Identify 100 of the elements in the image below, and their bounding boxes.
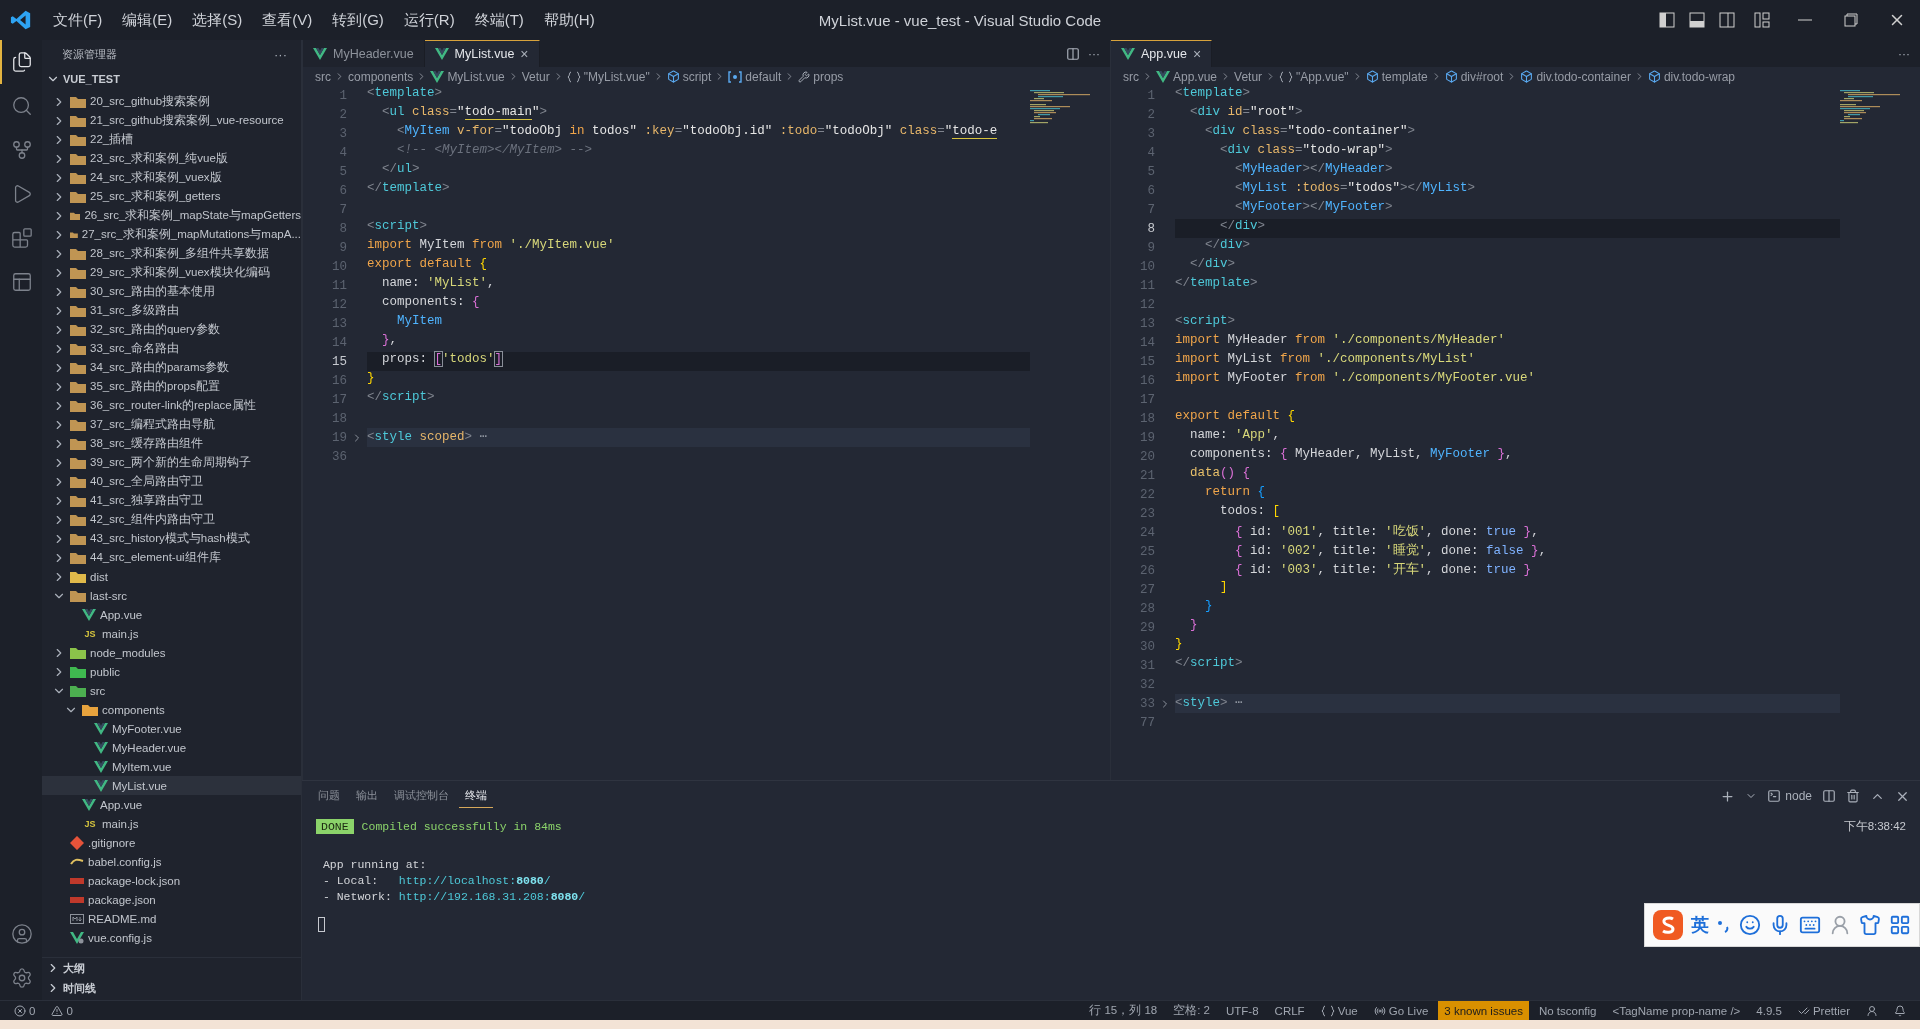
panel-tab[interactable]: 终端	[459, 784, 493, 808]
emoji-icon[interactable]	[1739, 914, 1761, 936]
close-icon[interactable]: ×	[520, 46, 529, 62]
grid-icon[interactable]	[1889, 914, 1911, 936]
menu-item[interactable]: 查看(V)	[253, 6, 322, 34]
tree-item[interactable]: public	[42, 662, 301, 681]
tree-item[interactable]: JS main.js	[42, 624, 301, 643]
tree-item[interactable]: MyItem.vue	[42, 757, 301, 776]
tree-item[interactable]: 24_src_求和案例_vuex版	[42, 168, 301, 187]
breadcrumb-item[interactable]: script	[666, 69, 712, 84]
panel-tab[interactable]: 调试控制台	[388, 784, 455, 808]
breadcrumb-item[interactable]: components	[348, 69, 414, 84]
split-terminal-icon[interactable]	[1822, 789, 1836, 803]
menu-item[interactable]: 转到(G)	[323, 6, 393, 34]
status-item[interactable]: Vue	[1314, 1000, 1364, 1021]
menu-item[interactable]: 编辑(E)	[113, 6, 182, 34]
panel-tab[interactable]: 输出	[350, 784, 384, 808]
status-item[interactable]: Go Live	[1367, 1000, 1435, 1021]
tree-item[interactable]: 23_src_求和案例_纯vue版	[42, 149, 301, 168]
tree-item[interactable]: 31_src_多级路由	[42, 301, 301, 320]
tree-item[interactable]: 39_src_两个新的生命周期钩子	[42, 453, 301, 472]
tree-item[interactable]: MyHeader.vue	[42, 738, 301, 757]
tree-item[interactable]: last-src	[42, 586, 301, 605]
menu-item[interactable]: 运行(R)	[394, 6, 464, 34]
tree-item[interactable]: 26_src_求和案例_mapState与mapGetters	[42, 206, 301, 225]
tree-item[interactable]: App.vue	[42, 795, 301, 814]
breadcrumb-item[interactable]: "MyList.vue"	[566, 69, 650, 84]
breadcrumb-item[interactable]: template	[1365, 69, 1428, 84]
status-item[interactable]: 行 15，列 18	[1083, 1000, 1164, 1021]
tree-item[interactable]: MyFooter.vue	[42, 719, 301, 738]
split-editor-icon[interactable]	[1066, 46, 1080, 61]
close-icon[interactable]: ×	[1192, 46, 1202, 62]
breadcrumb-item[interactable]: src	[1123, 69, 1139, 84]
breadcrumb-item[interactable]: Vetur	[1234, 69, 1263, 84]
panel-tab[interactable]: 问题	[312, 784, 346, 808]
more-actions-button[interactable]: ···	[1088, 46, 1100, 61]
breadcrumb-item[interactable]: "App.vue"	[1279, 69, 1349, 84]
breadcrumb-item[interactable]: props	[798, 69, 844, 84]
breadcrumb-item[interactable]: App.vue	[1156, 69, 1218, 84]
menu-item[interactable]: 选择(S)	[183, 6, 252, 34]
input-mode-toggle[interactable]: 英	[1691, 913, 1709, 937]
person-icon[interactable]	[1829, 914, 1851, 936]
tree-item[interactable]: package.json	[42, 890, 301, 909]
tree-item[interactable]: 38_src_缓存路由组件	[42, 434, 301, 453]
tree-item[interactable]: 28_src_求和案例_多组件共享数据	[42, 244, 301, 263]
tree-item[interactable]: 37_src_编程式路由导航	[42, 415, 301, 434]
tree-item[interactable]: vue.config.js	[42, 928, 301, 947]
tree-item[interactable]: 41_src_独享路由守卫	[42, 491, 301, 510]
tree-item[interactable]: 42_src_组件内路由守卫	[42, 510, 301, 529]
status-item[interactable]: 3 known issues	[1438, 1000, 1529, 1021]
breadcrumb-item[interactable]: src	[315, 69, 331, 84]
section-header[interactable]: 时间线	[42, 978, 301, 998]
tree-item[interactable]: 21_src_github搜索案例_vue-resource	[42, 111, 301, 130]
tree-item[interactable]: 30_src_路由的基本使用	[42, 282, 301, 301]
menu-item[interactable]: 文件(F)	[44, 6, 112, 34]
breadcrumb-item[interactable]: div#root	[1444, 69, 1504, 84]
tree-item[interactable]: 20_src_github搜索案例	[42, 92, 301, 111]
tree-item[interactable]: App.vue	[42, 605, 301, 624]
tree-item[interactable]: components	[42, 700, 301, 719]
tree-item[interactable]: 34_src_路由的params参数	[42, 358, 301, 377]
more-actions-button[interactable]: ···	[270, 46, 291, 62]
editor-tab[interactable]: MyHeader.vue	[303, 40, 425, 67]
status-item[interactable]: CRLF	[1268, 1000, 1311, 1021]
tree-item[interactable]: .gitignore	[42, 833, 301, 852]
tree-item[interactable]: JS main.js	[42, 814, 301, 833]
tree-item[interactable]: 33_src_命名路由	[42, 339, 301, 358]
tree-item[interactable]: README.md	[42, 909, 301, 928]
editor-tab[interactable]: App.vue ×	[1111, 40, 1213, 67]
status-item[interactable]: <TagName prop-name />	[1606, 1000, 1747, 1021]
menu-item[interactable]: 帮助(H)	[534, 6, 604, 34]
tree-item[interactable]: node_modules	[42, 643, 301, 662]
breadcrumb-item[interactable]: div.todo-wrap	[1647, 69, 1736, 84]
status-item[interactable]: No tsconfig	[1532, 1000, 1603, 1021]
explorer-root[interactable]: VUE_TEST	[42, 68, 301, 90]
status-item[interactable]: 0	[45, 1000, 79, 1021]
tree-item[interactable]: 35_src_路由的props配置	[42, 377, 301, 396]
tree-item[interactable]: 43_src_history模式与hash模式	[42, 529, 301, 548]
keyboard-icon[interactable]	[1799, 914, 1821, 936]
shirt-icon[interactable]	[1859, 914, 1881, 936]
status-item[interactable]: 空格: 2	[1167, 1000, 1216, 1021]
tree-item[interactable]: 32_src_路由的query参数	[42, 320, 301, 339]
status-item[interactable]: UTF-8	[1220, 1000, 1265, 1021]
tree-item[interactable]: package-lock.json	[42, 871, 301, 890]
breadcrumb-item[interactable]: Vetur	[521, 69, 550, 84]
tree-item[interactable]: 22_插槽	[42, 130, 301, 149]
more-actions-button[interactable]: ···	[1898, 46, 1910, 61]
plus-icon[interactable]	[1720, 788, 1736, 804]
tree-item[interactable]: MyList.vue	[42, 776, 301, 795]
section-header[interactable]: 大纲	[42, 958, 301, 978]
trash-icon[interactable]	[1846, 789, 1860, 803]
tree-item[interactable]: src	[42, 681, 301, 700]
editor-tab[interactable]: MyList.vue ×	[424, 40, 540, 67]
tree-item[interactable]: 27_src_求和案例_mapMutations与mapA...	[42, 225, 301, 244]
status-item[interactable]: 4.9.5	[1750, 1000, 1788, 1021]
breadcrumb-item[interactable]: MyList.vue	[430, 69, 505, 84]
tree-item[interactable]: 40_src_全局路由守卫	[42, 472, 301, 491]
terminal-selector[interactable]: node	[1767, 789, 1812, 803]
tree-item[interactable]: babel.config.js	[42, 852, 301, 871]
menu-item[interactable]: 终端(T)	[465, 6, 533, 34]
tree-item[interactable]: 25_src_求和案例_getters	[42, 187, 301, 206]
